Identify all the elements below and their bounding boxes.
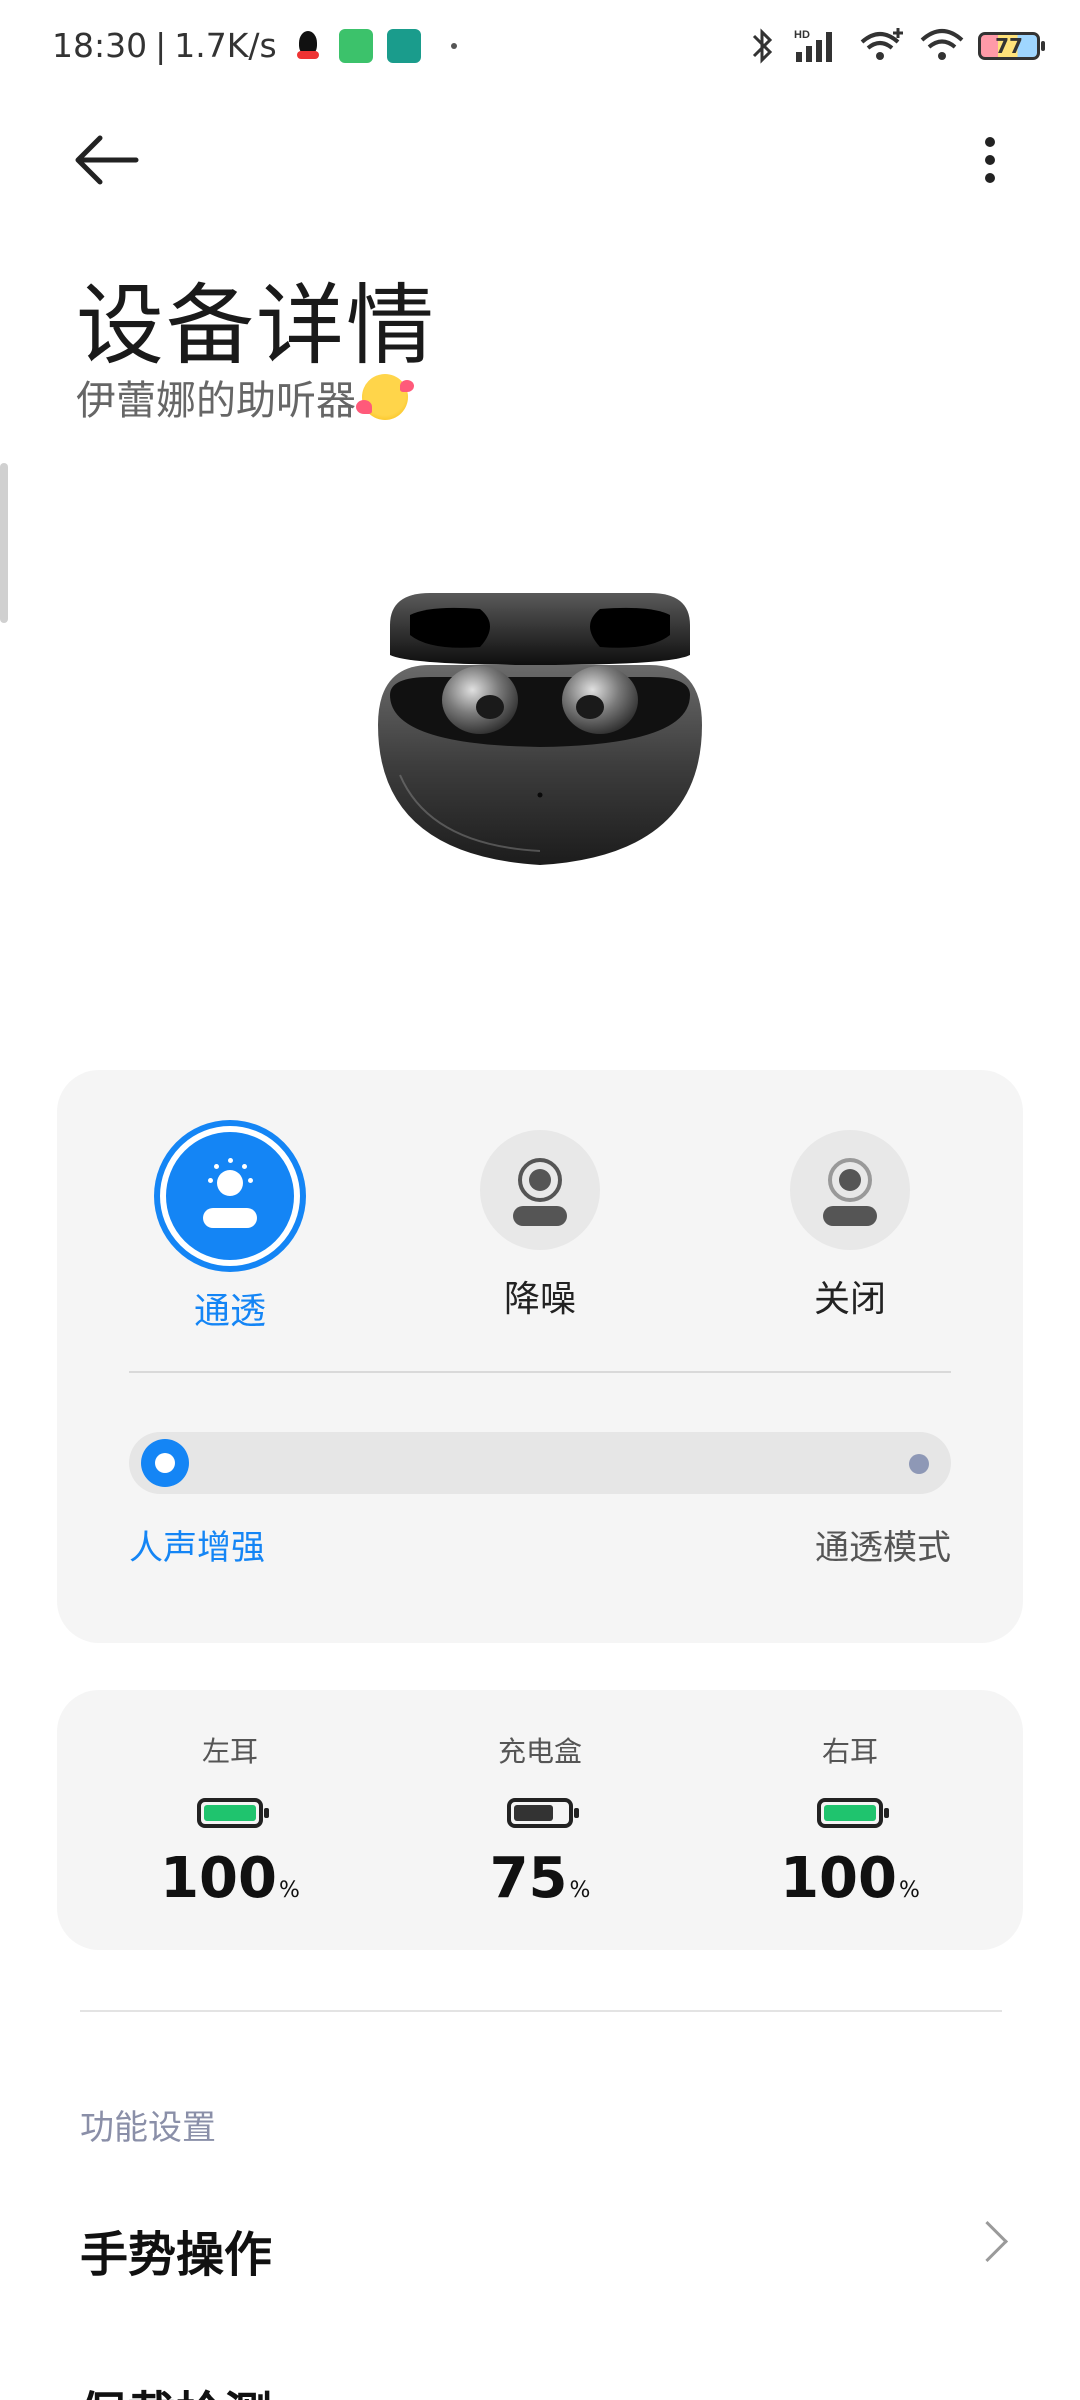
smiling-face-with-hearts-icon bbox=[356, 374, 414, 420]
qq-icon bbox=[290, 28, 325, 63]
battery-fill bbox=[824, 1805, 876, 1821]
section-title-features: 功能设置 bbox=[80, 2108, 216, 2148]
status-separator: | bbox=[155, 26, 167, 65]
battery-unit: % bbox=[569, 1878, 591, 1903]
device-name-text: 伊蕾娜的助听器 bbox=[76, 378, 356, 424]
menu-item-wear-detection[interactable]: 佩戴检测 bbox=[80, 2355, 1002, 2400]
battery-percentage: 100% bbox=[100, 1846, 360, 1911]
cellular-signal-icon: HD bbox=[794, 29, 832, 62]
battery-right-earbud: 右耳 100% bbox=[720, 1730, 980, 1911]
battery-icon bbox=[507, 1798, 579, 1828]
noise-control-card: 通透 降噪 关闭 人声增强 通透模式 bbox=[57, 1070, 1023, 1643]
status-network-speed: 1.7K/s bbox=[174, 26, 277, 65]
chevron-right-icon bbox=[966, 2220, 1009, 2263]
status-battery-level: 77 bbox=[995, 34, 1023, 58]
battery-unit: % bbox=[279, 1878, 300, 1903]
battery-fill bbox=[204, 1805, 256, 1821]
page-title: 设备详情 bbox=[76, 274, 437, 377]
menu-item-gesture-controls[interactable]: 手势操作 bbox=[80, 2195, 1009, 2305]
mode-label-transparency: 通透 bbox=[193, 1291, 266, 1332]
device-details-screen: 18:30 | 1.7K/s HD 77 设备详情 伊蕾娜的助听器 通透 降噪 … bbox=[0, 0, 1080, 2400]
more-notifications-icon bbox=[450, 42, 457, 49]
mode-label-noise-cancelling: 降噪 bbox=[503, 1279, 576, 1320]
battery-charging-case: 充电盒 75% bbox=[410, 1730, 670, 1911]
slider-label-voice-boost: 人声增强 bbox=[129, 1528, 265, 1568]
battery-percentage: 75% bbox=[410, 1846, 670, 1911]
divider bbox=[129, 1371, 951, 1373]
battery-label: 充电盒 bbox=[497, 1735, 582, 1768]
menu-item-label: 佩戴检测 bbox=[80, 2375, 272, 2400]
slider-label-transparency-mode: 通透模式 bbox=[815, 1528, 951, 1568]
app-notification-icon bbox=[338, 28, 373, 63]
mode-transparency[interactable]: 通透 bbox=[130, 1126, 330, 1334]
status-right: HD 77 bbox=[748, 26, 1045, 66]
status-time: 18:30 bbox=[52, 26, 148, 65]
slider-end-marker bbox=[909, 1454, 929, 1474]
more-options-icon[interactable] bbox=[960, 130, 1020, 190]
back-arrow-icon[interactable] bbox=[70, 130, 150, 190]
battery-value: 100 bbox=[780, 1846, 897, 1911]
scroll-indicator[interactable] bbox=[0, 463, 8, 623]
battery-value: 100 bbox=[160, 1846, 277, 1911]
wifi-icon bbox=[920, 29, 964, 60]
slider-thumb[interactable] bbox=[141, 1439, 189, 1487]
menu-item-label: 手势操作 bbox=[80, 2227, 273, 2283]
noise-cancelling-mode-icon[interactable] bbox=[480, 1130, 600, 1250]
battery-percentage: 100% bbox=[720, 1846, 980, 1911]
section-divider bbox=[80, 2010, 1002, 2012]
battery-left-earbud: 左耳 100% bbox=[100, 1730, 360, 1911]
battery-label: 左耳 bbox=[201, 1735, 258, 1768]
battery-fill bbox=[514, 1805, 553, 1821]
off-mode-icon[interactable] bbox=[790, 1130, 910, 1250]
battery-icon bbox=[817, 1798, 889, 1828]
network-type-label: HD bbox=[794, 29, 810, 41]
mode-noise-cancelling[interactable]: 降噪 bbox=[440, 1130, 640, 1322]
status-bar: 18:30 | 1.7K/s HD 77 bbox=[0, 0, 1080, 96]
mode-label-off: 关闭 bbox=[813, 1279, 886, 1320]
earbuds-case-image bbox=[378, 593, 702, 865]
mode-off[interactable]: 关闭 bbox=[750, 1130, 950, 1322]
battery-value: 75 bbox=[489, 1846, 568, 1911]
battery-unit: % bbox=[899, 1878, 920, 1903]
device-name: 伊蕾娜的助听器 bbox=[76, 368, 414, 426]
bluetooth-icon bbox=[752, 28, 773, 64]
battery-icon bbox=[197, 1798, 269, 1828]
battery-label: 右耳 bbox=[821, 1735, 878, 1768]
transparency-mode-icon[interactable] bbox=[160, 1126, 300, 1266]
wifi-plus-icon bbox=[860, 28, 903, 60]
status-left: 18:30 | 1.7K/s bbox=[52, 26, 457, 65]
status-battery-icon: 77 bbox=[978, 32, 1045, 60]
android-icon bbox=[386, 28, 421, 63]
battery-card: 左耳 100% 充电盒 75% 右耳 100% bbox=[57, 1690, 1023, 1950]
transparency-level-slider[interactable] bbox=[129, 1432, 951, 1494]
